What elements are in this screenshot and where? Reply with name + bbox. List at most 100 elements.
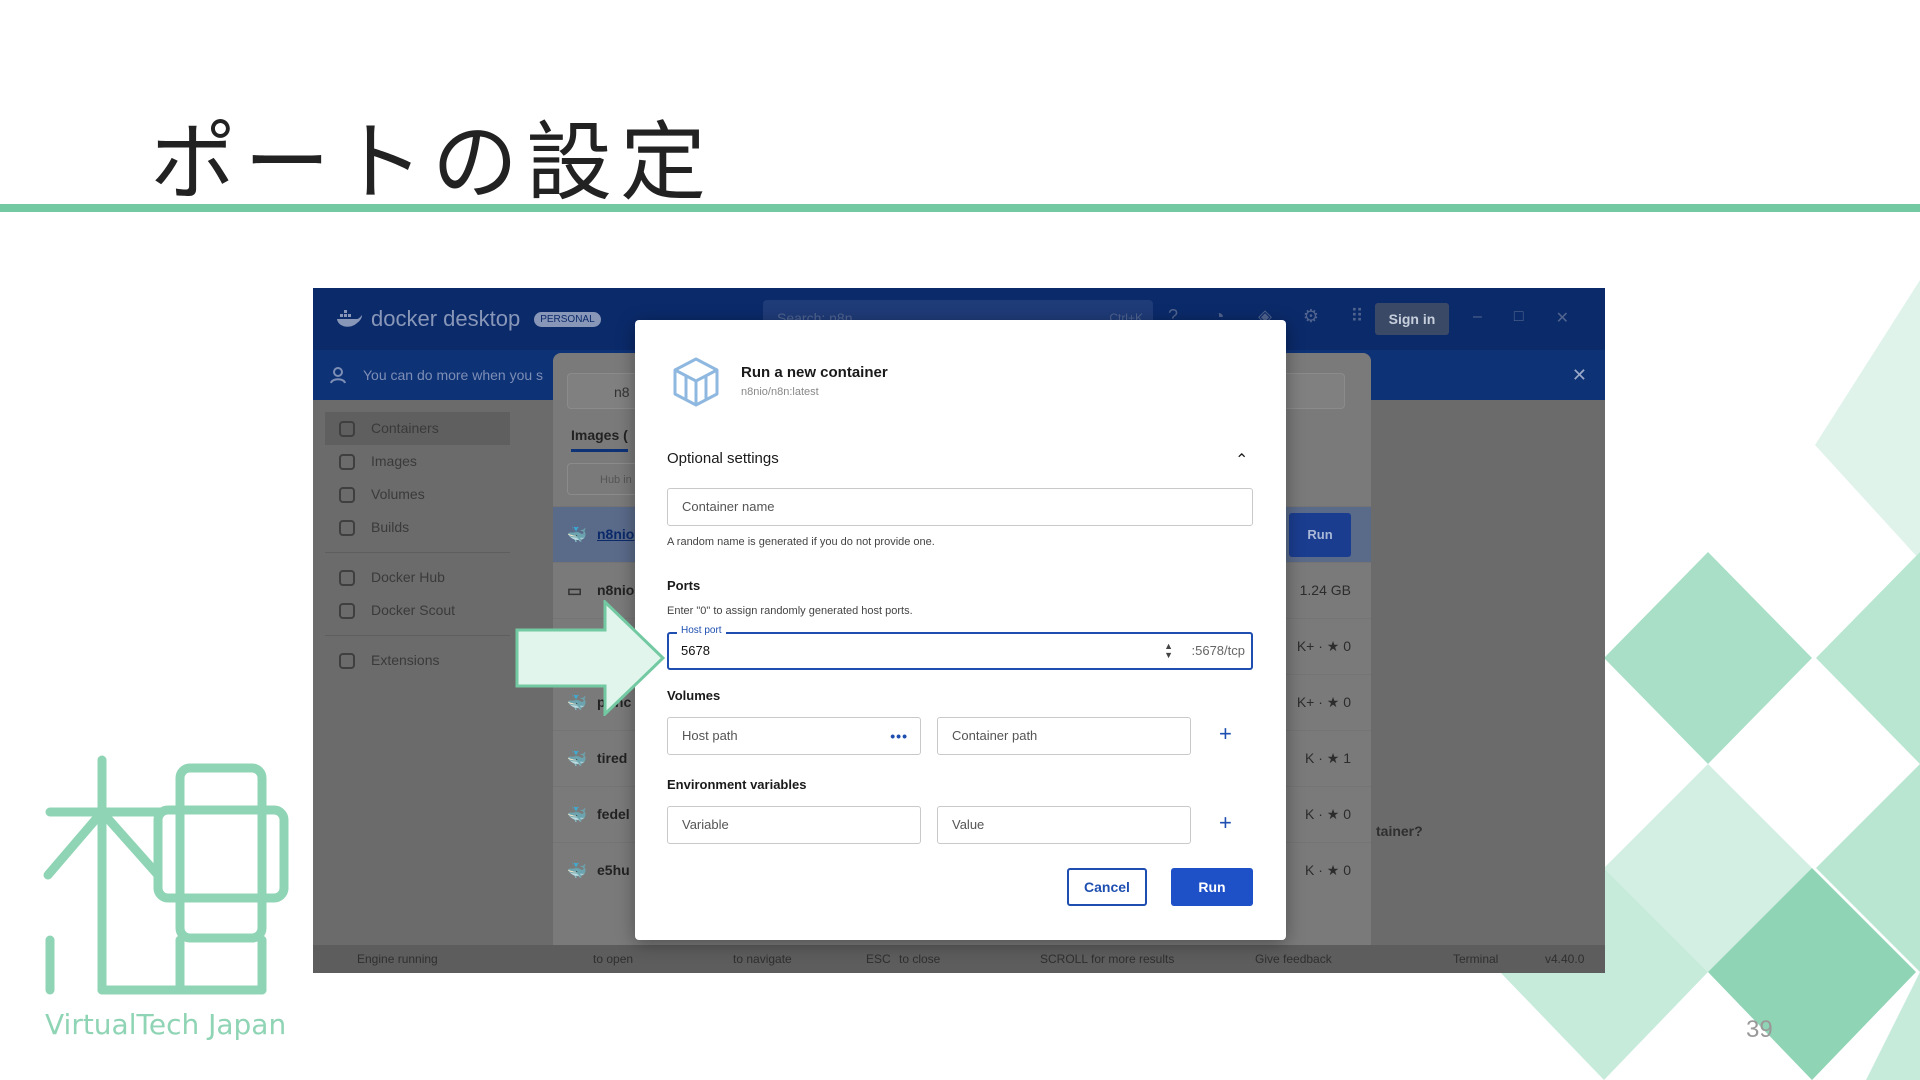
optional-settings-header[interactable]: Optional settings: [667, 450, 779, 467]
image-stats: K · ★ 1: [1304, 750, 1351, 766]
window-controls: – □ ✕: [1473, 308, 1569, 328]
hint-scroll-key: SCROLL: [1040, 952, 1089, 966]
logo-text: VirtualTech Japan: [45, 1008, 287, 1041]
maximize-icon[interactable]: □: [1514, 308, 1524, 328]
value-field[interactable]: Value: [937, 806, 1191, 844]
browse-more-icon[interactable]: •••: [890, 718, 908, 754]
variable-field[interactable]: Variable: [667, 806, 921, 844]
sidebar-item-extensions[interactable]: Extensions: [325, 644, 510, 677]
host-port-value[interactable]: 5678: [681, 643, 710, 658]
dialog-title: Run a new container: [741, 364, 888, 381]
sidebar-item-label: Docker Scout: [371, 602, 456, 618]
hint-open: to open: [593, 952, 634, 966]
notice-close-icon[interactable]: ✕: [1572, 350, 1587, 400]
image-name[interactable]: n8nio: [597, 526, 634, 542]
image-size: 1.24 GB: [1299, 582, 1351, 598]
host-port-field[interactable]: Host port 5678 ▲ ▼ :5678/tcp: [667, 625, 1253, 670]
volumes-heading: Volumes: [667, 688, 721, 703]
hint-close: to close: [899, 952, 941, 966]
image-stats: K+ · ★ 0: [1296, 694, 1351, 710]
docker-scout-icon: [339, 603, 355, 619]
image-stats: K+ · ★ 0: [1296, 638, 1351, 654]
dialog-image-name: n8nio/n8n:latest: [741, 386, 819, 398]
callout-arrow-icon: [515, 600, 665, 716]
sidebar-item-label: Extensions: [371, 652, 440, 668]
brand-name: docker desktop: [371, 306, 521, 331]
image-name[interactable]: n8nio: [597, 582, 634, 598]
volumes-icon: [339, 487, 355, 503]
sidebar-item-label: Containers: [371, 420, 439, 436]
container-name-helper: A random name is generated if you do not…: [667, 536, 935, 548]
docker-whale-icon: 🐳: [567, 751, 587, 768]
sidebar-item-containers[interactable]: Containers: [325, 412, 510, 445]
docker-hub-icon: [339, 570, 355, 586]
sidebar-item-docker-hub[interactable]: Docker Hub: [325, 561, 510, 594]
sidebar-item-builds[interactable]: Builds: [325, 511, 510, 544]
run-button[interactable]: Run: [1171, 868, 1253, 906]
background-question-text: tainer?: [1376, 823, 1423, 839]
sidebar-divider: [325, 635, 510, 636]
container-port-label: :5678/tcp: [1191, 643, 1246, 658]
hint-more: for more results: [1091, 952, 1175, 966]
sidebar-item-label: Volumes: [371, 486, 425, 502]
env-vars-heading: Environment variables: [667, 777, 807, 792]
container-path-field[interactable]: Container path: [937, 717, 1191, 755]
hint-esc-key: ESC: [866, 952, 891, 966]
version-label: v4.40.0: [1545, 952, 1585, 966]
add-env-var-plus-icon[interactable]: +: [1219, 810, 1232, 836]
container-name-field[interactable]: Container name: [667, 488, 1253, 526]
run-container-dialog: Run a new container n8nio/n8n:latest Opt…: [635, 320, 1286, 940]
sidebar-item-docker-scout[interactable]: Docker Scout: [325, 594, 510, 627]
port-stepper-icon[interactable]: ▲ ▼: [1164, 642, 1173, 660]
minimize-icon[interactable]: –: [1473, 308, 1482, 328]
extensions-icon: [339, 653, 355, 669]
sidebar-item-images[interactable]: Images: [325, 445, 510, 478]
page-number: 39: [1746, 1016, 1773, 1043]
apps-grid-icon[interactable]: ⠿: [1347, 306, 1367, 326]
docker-desktop-screenshot: docker desktop PERSONAL Search: n8n Ctrl…: [313, 288, 1605, 973]
settings-gear-icon[interactable]: ⚙: [1301, 306, 1321, 326]
add-volume-plus-icon[interactable]: +: [1219, 721, 1232, 747]
sign-in-button[interactable]: Sign in: [1375, 303, 1449, 335]
sidebar-item-label: Docker Hub: [371, 569, 445, 585]
title-divider: [0, 204, 1920, 212]
host-port-label: Host port: [677, 625, 726, 636]
laptop-icon: ▭: [567, 583, 583, 600]
image-name[interactable]: fedel: [597, 806, 630, 822]
container-cube-icon: [673, 357, 719, 407]
value-placeholder: Value: [952, 817, 985, 832]
builds-icon: [339, 520, 355, 536]
container-name-placeholder: Container name: [682, 499, 775, 514]
hint-navigate: to navigate: [733, 952, 792, 966]
notice-text: You can do more when you s: [363, 367, 544, 383]
docker-whale-icon: 🐳: [567, 863, 587, 880]
docker-whale-icon: [337, 310, 362, 327]
terminal-button[interactable]: Terminal: [1453, 952, 1498, 966]
slide-title: ポートの設定: [150, 113, 714, 213]
image-name[interactable]: tired: [597, 750, 627, 766]
sidebar: Containers Images Volumes Builds Docker …: [325, 412, 510, 677]
ports-helper: Enter "0" to assign randomly generated h…: [667, 605, 913, 617]
variable-placeholder: Variable: [682, 817, 729, 832]
images-icon: [339, 454, 355, 470]
image-name[interactable]: e5hu: [597, 862, 630, 878]
image-stats: K · ★ 0: [1304, 806, 1351, 822]
containers-icon: [339, 421, 355, 437]
host-path-placeholder: Host path: [682, 728, 738, 743]
panel-search-value: n8: [614, 384, 630, 400]
image-stats: K · ★ 0: [1304, 862, 1351, 878]
close-window-icon[interactable]: ✕: [1556, 308, 1569, 328]
cancel-button[interactable]: Cancel: [1067, 868, 1147, 906]
row-run-button[interactable]: Run: [1289, 513, 1351, 557]
docker-whale-icon: 🐳: [567, 807, 587, 824]
give-feedback-link[interactable]: Give feedback: [1255, 952, 1332, 966]
engine-status: Engine running: [357, 952, 438, 966]
sidebar-divider: [325, 552, 510, 553]
docker-whale-icon: 🐳: [567, 527, 587, 544]
tab-images[interactable]: Images (: [571, 427, 628, 452]
status-bar: Engine running to open to navigate ESC t…: [313, 945, 1605, 973]
host-path-field[interactable]: Host path •••: [667, 717, 921, 755]
chevron-up-icon[interactable]: ⌃: [1235, 450, 1248, 470]
brand: docker desktop PERSONAL: [335, 306, 601, 332]
sidebar-item-volumes[interactable]: Volumes: [325, 478, 510, 511]
